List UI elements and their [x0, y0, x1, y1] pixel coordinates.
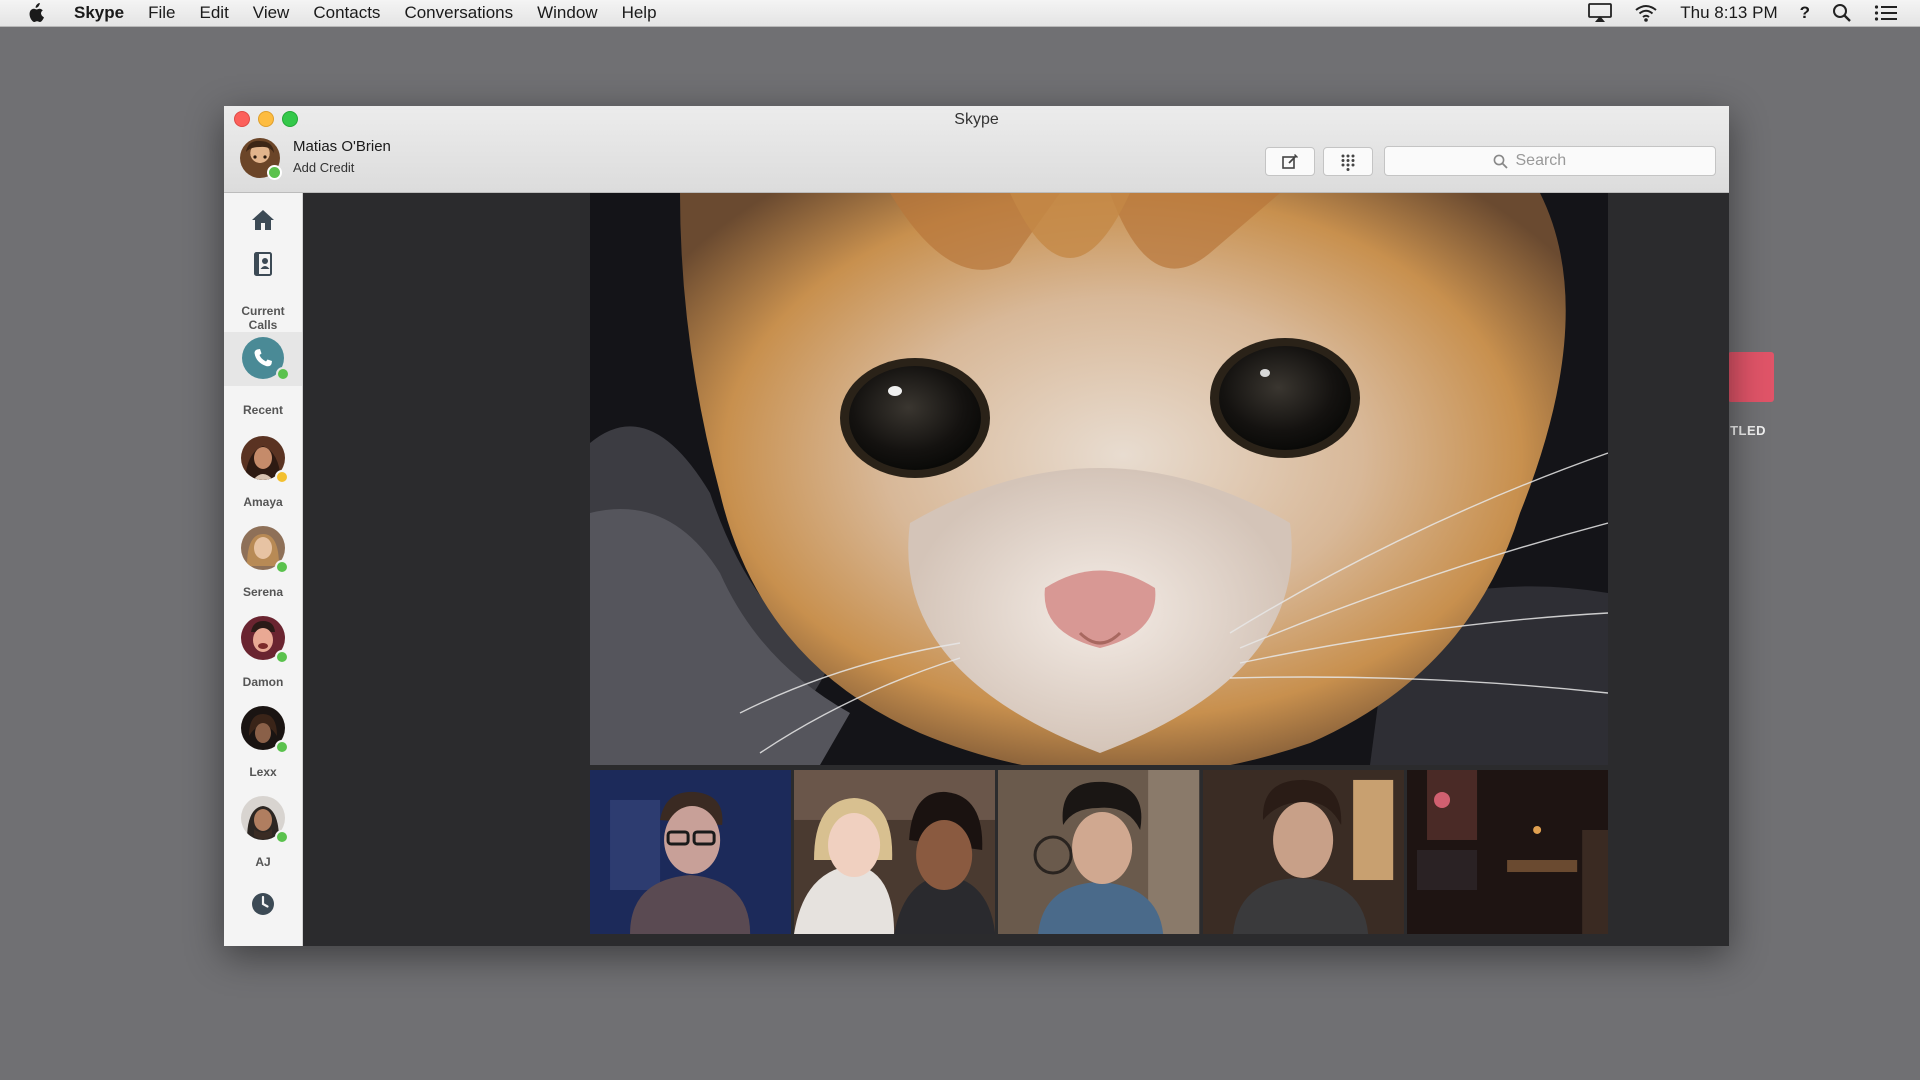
profile-name[interactable]: Matias O'Brien [293, 138, 391, 155]
call-presence-dot [276, 367, 290, 381]
participant-video-3[interactable] [998, 770, 1200, 934]
participant-video-4[interactable] [1202, 770, 1404, 934]
window-title: Skype [954, 111, 999, 128]
call-video-area [303, 193, 1729, 946]
search-icon [1493, 154, 1508, 169]
contact-label-serena[interactable]: Serena [224, 585, 302, 599]
participant-video-1[interactable] [590, 770, 792, 934]
menu-edit[interactable]: Edit [200, 3, 229, 23]
menu-window[interactable]: Window [537, 3, 597, 23]
participant-thumbnails [590, 770, 1609, 934]
new-conversation-button[interactable] [1265, 147, 1315, 176]
presence-dot-amaya [275, 470, 289, 484]
search-field[interactable] [1384, 146, 1716, 176]
search-input[interactable] [1513, 151, 1608, 171]
phone-icon [253, 348, 273, 368]
help-icon[interactable]: ? [1800, 3, 1810, 23]
apple-icon[interactable] [26, 3, 44, 23]
presence-dot-serena [275, 560, 289, 574]
menu-app-skype[interactable]: Skype [74, 3, 124, 23]
profile-avatar[interactable] [240, 138, 282, 180]
menu-conversations[interactable]: Conversations [404, 3, 513, 23]
kitten-video-image [590, 193, 1608, 765]
desktop-file-label[interactable]: ITLED [1726, 423, 1766, 438]
home-icon[interactable] [250, 207, 276, 233]
menu-contacts[interactable]: Contacts [313, 3, 380, 23]
airplay-icon[interactable] [1588, 3, 1613, 23]
window-titlebar[interactable]: Skype Matias O'Brien Add Credit [224, 106, 1729, 193]
presence-dot-aj [275, 830, 289, 844]
menu-clock[interactable]: Thu 8:13 PM [1680, 3, 1777, 23]
current-call-item[interactable] [224, 332, 302, 386]
contact-label-amaya[interactable]: Amaya [224, 495, 302, 509]
skype-window: Skype Matias O'Brien Add Credit Search C… [224, 106, 1729, 946]
presence-dot-damon [275, 650, 289, 664]
notification-center-icon[interactable] [1874, 4, 1898, 22]
compose-icon [1281, 153, 1299, 171]
sidebar: Current Calls Recent Amaya Serena Damon … [224, 193, 303, 946]
contact-label-damon[interactable]: Damon [224, 675, 302, 689]
presence-dot-lexx [275, 740, 289, 754]
contact-label-aj[interactable]: AJ [224, 855, 302, 869]
current-calls-label: Current Calls [241, 304, 285, 332]
menu-help[interactable]: Help [622, 3, 657, 23]
history-clock-icon[interactable] [250, 891, 276, 917]
participant-video-5[interactable] [1406, 770, 1609, 934]
profile-presence-dot [267, 165, 282, 180]
menu-file[interactable]: File [148, 3, 175, 23]
add-credit-link[interactable]: Add Credit [293, 160, 354, 175]
menu-view[interactable]: View [253, 3, 290, 23]
contacts-book-icon[interactable] [250, 251, 276, 277]
contact-label-lexx[interactable]: Lexx [224, 765, 302, 779]
spotlight-search-icon[interactable] [1832, 3, 1852, 23]
recent-label: Recent [242, 403, 283, 417]
dial-pad-button[interactable] [1323, 147, 1373, 176]
dial-pad-icon [1340, 153, 1356, 171]
participant-video-2[interactable] [794, 770, 996, 934]
menu-bar: Skype File Edit View Contacts Conversati… [0, 0, 1920, 27]
main-video-feed[interactable] [590, 193, 1608, 765]
wifi-icon[interactable] [1634, 3, 1658, 23]
desktop-file-icon[interactable] [1728, 352, 1774, 402]
